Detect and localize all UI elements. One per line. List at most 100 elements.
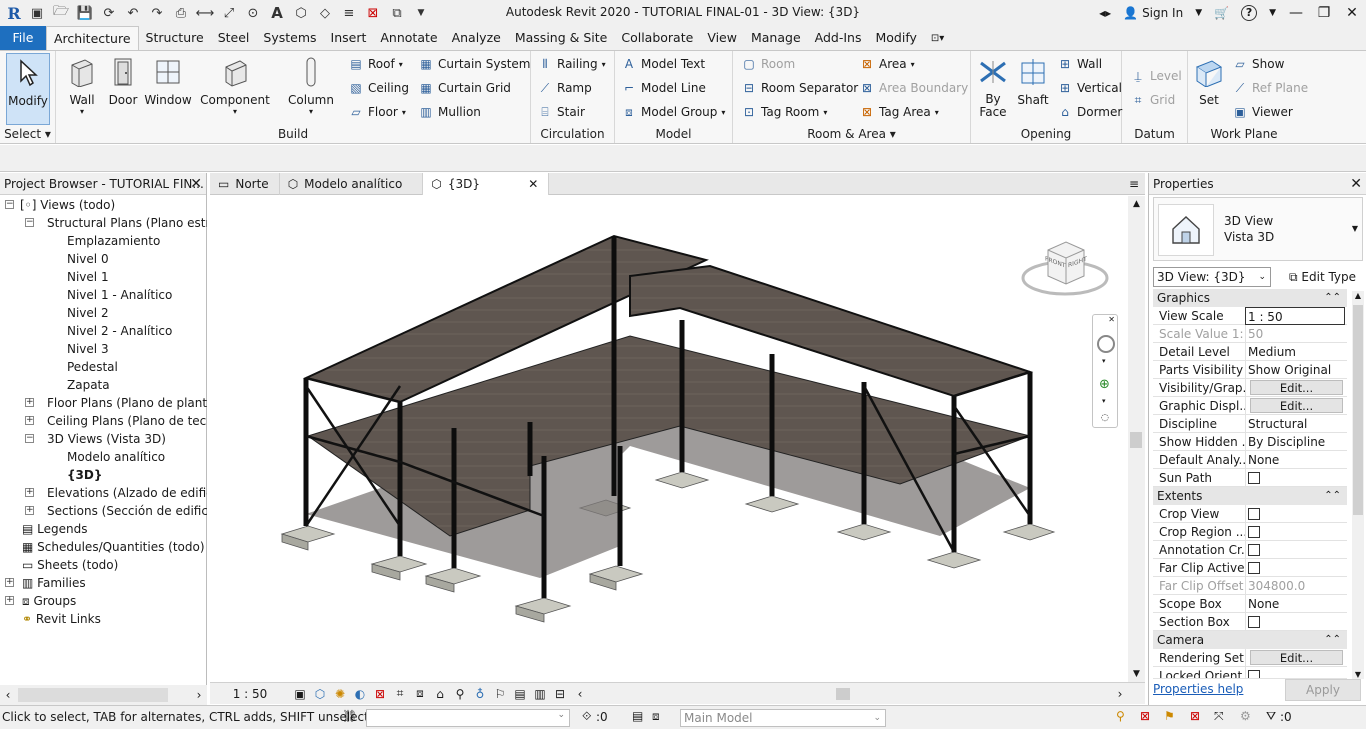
tag-room-button[interactable]: ⊡ Tag Room ▾	[741, 102, 827, 122]
tree-item-elevations[interactable]: Elevations (Alzado de edificio	[47, 484, 207, 502]
thin-lines-icon[interactable]: ≡	[338, 3, 360, 23]
tab-add-ins[interactable]: Add-Ins	[808, 26, 869, 50]
tab-systems[interactable]: Systems	[256, 26, 323, 50]
tree-item-revit-links[interactable]: ⚭ Revit Links	[22, 610, 101, 628]
tab-collaborate[interactable]: Collaborate	[614, 26, 700, 50]
close-hidden-icon[interactable]: ⊠	[362, 3, 384, 23]
home-icon[interactable]: ▣	[26, 3, 48, 23]
tag-icon[interactable]: ⊙	[242, 3, 264, 23]
collapse-toggle-icon[interactable]: −	[5, 200, 14, 209]
tree-item-families[interactable]: ▥ Families	[22, 574, 86, 592]
expand-toggle-icon[interactable]: +	[5, 596, 14, 605]
column-button[interactable]: Column ▾	[284, 53, 338, 116]
show-button[interactable]: ▱ Show	[1232, 54, 1284, 74]
help-icon[interactable]: ?	[1235, 0, 1263, 26]
model-group-button[interactable]: ⧈ Model Group ▾	[621, 102, 725, 122]
nav-close-icon[interactable]: ✕	[1108, 315, 1115, 324]
mullion-button[interactable]: ▥ Mullion	[418, 102, 481, 122]
view-scale-control[interactable]: 1 : 50	[210, 687, 290, 701]
tree-item-sheets[interactable]: ▭ Sheets (todo)	[22, 556, 118, 574]
section-graphics[interactable]: Graphics ⌃⌃	[1153, 289, 1347, 307]
scroll-thumb[interactable]	[18, 688, 168, 702]
model-line-button[interactable]: ⌐ Model Line	[621, 78, 706, 98]
tab-analyze[interactable]: Analyze	[445, 26, 508, 50]
component-button[interactable]: Component ▾	[200, 53, 270, 116]
tab-steel[interactable]: Steel	[211, 26, 257, 50]
scroll-thumb[interactable]	[836, 687, 850, 700]
prev-next-icon[interactable]: ◂▸	[1093, 0, 1117, 26]
grid-button[interactable]: ⌗ Grid	[1130, 90, 1176, 110]
wall-button[interactable]: Wall ▾	[60, 53, 104, 116]
window-button[interactable]: Window	[142, 53, 194, 107]
tab-massing-site[interactable]: Massing & Site	[508, 26, 615, 50]
prop-parts-visibility[interactable]: Parts Visibility Show Original	[1153, 361, 1347, 379]
tag-area-button[interactable]: ⊠ Tag Area ▾	[859, 102, 939, 122]
select-pinned-icon[interactable]: ⚑	[1164, 709, 1175, 723]
tree-item-nivel-1-analitico[interactable]: Nivel 1 - Analítico	[67, 286, 172, 304]
type-dropdown-icon[interactable]: ▼	[1352, 224, 1358, 233]
zoom-dropdown-icon[interactable]: ▾	[1102, 397, 1106, 405]
sync-icon[interactable]: ⟳	[98, 3, 120, 23]
expand-toggle-icon[interactable]: +	[5, 578, 14, 587]
nav-options-icon[interactable]: ◌	[1101, 413, 1109, 423]
tab-file[interactable]: File	[0, 26, 46, 50]
prop-scope-box[interactable]: Scope Box None	[1153, 595, 1347, 613]
tree-item-zapata[interactable]: Zapata	[67, 376, 110, 394]
horizontal-scrollbar-track[interactable]	[590, 686, 1110, 702]
browser-horizontal-scrollbar[interactable]: ‹ ›	[0, 685, 207, 705]
stair-button[interactable]: ⌸ Stair	[537, 102, 585, 122]
design-option-combo[interactable]: Main Model ⌄	[680, 709, 886, 727]
temporary-hide-icon[interactable]: ⚲	[450, 687, 470, 701]
expand-toggle-icon[interactable]: +	[25, 398, 34, 407]
reveal-constraints-icon[interactable]: ⊟	[550, 687, 570, 701]
viewcube[interactable]: FRONT RIGHT	[1020, 232, 1110, 302]
select-underlay-icon[interactable]: ⊠	[1140, 709, 1150, 723]
area-button[interactable]: ⊠ Area ▾	[859, 54, 915, 74]
revit-logo-icon[interactable]: R	[4, 3, 24, 23]
design-options-dropdown-icon[interactable]: ⧈	[652, 709, 660, 724]
scroll-up-icon[interactable]: ▲	[1352, 291, 1364, 300]
restore-icon[interactable]: ❐	[1310, 0, 1338, 26]
scroll-right-icon[interactable]: ›	[191, 688, 207, 702]
tab-architecture[interactable]: Architecture	[46, 26, 139, 50]
minimize-icon[interactable]: —	[1282, 0, 1310, 26]
detail-level-icon[interactable]: ▣	[290, 687, 310, 701]
shadows-icon[interactable]: ◐	[350, 687, 370, 701]
workset-icon[interactable]: ⛓	[342, 709, 357, 723]
print-icon[interactable]: ⎙	[170, 3, 192, 23]
tree-item-sections[interactable]: Sections (Sección de edificio)	[47, 502, 207, 520]
tree-item-nivel-2[interactable]: Nivel 2	[67, 304, 109, 322]
background-process-icon[interactable]: ⚙	[1240, 709, 1251, 723]
prop-default-analysis[interactable]: Default Analy... None	[1153, 451, 1347, 469]
shaft-button[interactable]: Shaft	[1013, 53, 1053, 107]
edit-type-button[interactable]: ⧉ Edit Type	[1289, 267, 1356, 287]
view-tab-norte[interactable]: ▭ Norte	[210, 173, 280, 195]
3d-view-icon[interactable]: ⬡	[290, 3, 312, 23]
visibility-edit-button[interactable]: Edit...	[1250, 380, 1343, 395]
annotation-crop-checkbox[interactable]	[1248, 543, 1260, 556]
tab-manage[interactable]: Manage	[744, 26, 808, 50]
tree-item-nivel-3[interactable]: Nivel 3	[67, 340, 109, 358]
view-tab-modelo-analitico[interactable]: ⬡ Modelo analítico	[280, 173, 424, 195]
save-icon[interactable]: 💾	[74, 3, 96, 23]
redo-icon[interactable]: ↷	[146, 3, 168, 23]
expand-toggle-icon[interactable]: +	[25, 506, 34, 515]
cart-icon[interactable]: 🛒	[1208, 0, 1235, 26]
rendering-edit-button[interactable]: Edit...	[1250, 650, 1343, 665]
scroll-thumb[interactable]	[1130, 432, 1142, 448]
area-boundary-button[interactable]: ⊠ Area Boundary	[859, 78, 968, 98]
dimension-icon[interactable]: ⤢	[218, 3, 240, 23]
zoom-icon[interactable]: ⊕	[1099, 377, 1110, 392]
select-links-icon[interactable]: ⚲	[1116, 709, 1125, 723]
crop-view-checkbox[interactable]	[1248, 507, 1260, 520]
tree-item-nivel-0[interactable]: Nivel 0	[67, 250, 109, 268]
modify-button[interactable]: Modify	[6, 53, 50, 125]
sign-in-dropdown-icon[interactable]: ▼	[1189, 0, 1208, 26]
prop-show-hidden-lines[interactable]: Show Hidden ... By Discipline	[1153, 433, 1347, 451]
tree-item-views[interactable]: [◦] Views (todo)	[20, 196, 115, 214]
tree-item-3d-views[interactable]: 3D Views (Vista 3D)	[47, 430, 166, 448]
drag-elements-icon[interactable]: ⤧	[1214, 709, 1224, 724]
tree-item-groups[interactable]: ⧈ Groups	[22, 592, 76, 610]
rendering-icon[interactable]: ⊠	[370, 687, 390, 701]
apply-button[interactable]: Apply	[1285, 679, 1361, 701]
